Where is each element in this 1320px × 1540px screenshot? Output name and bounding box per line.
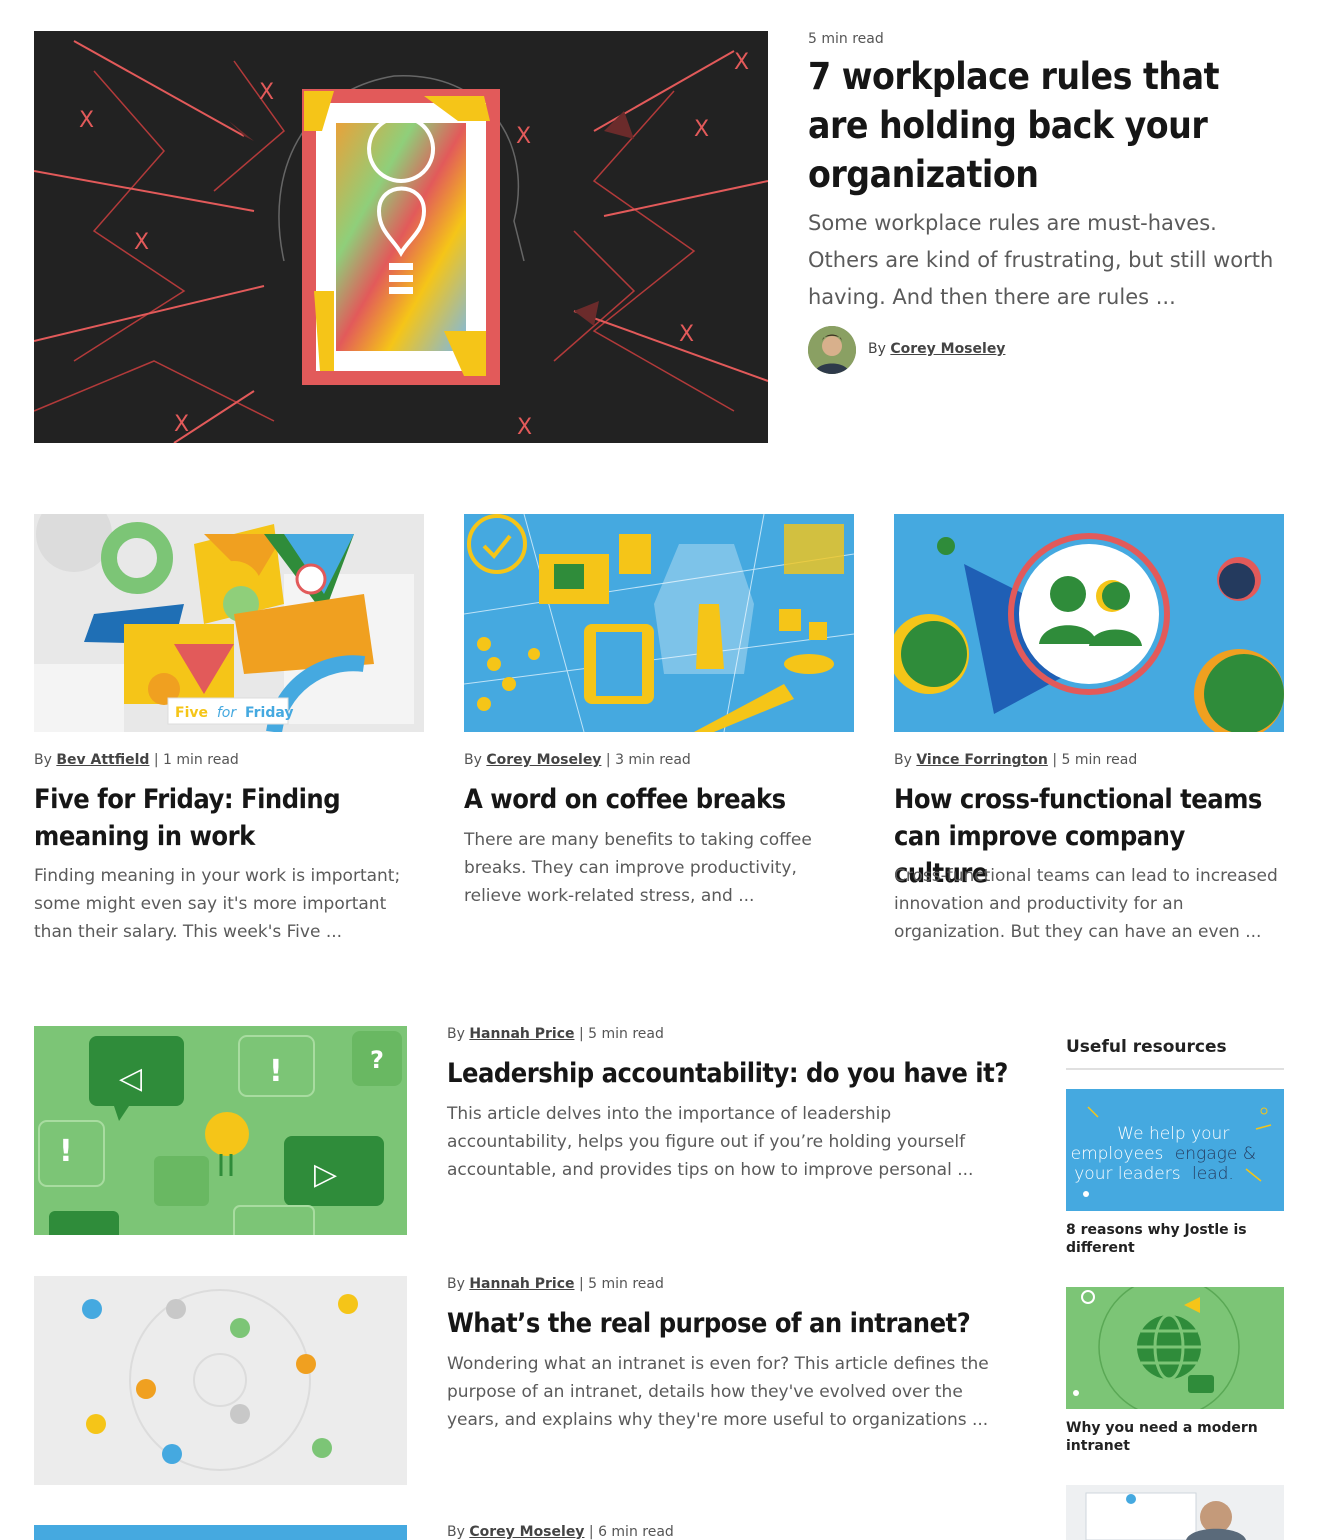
meta-separator: |: [588, 1524, 599, 1540]
svg-text:X: X: [134, 230, 149, 255]
resource-image[interactable]: [1066, 1485, 1284, 1540]
svg-text:X: X: [516, 124, 531, 149]
svg-text:X: X: [174, 412, 189, 437]
byline-by: By: [447, 1524, 465, 1540]
image-text-five: Five: [175, 705, 208, 721]
article-title[interactable]: A word on coffee breaks: [464, 781, 854, 818]
image-text-for: for: [217, 705, 237, 721]
resource-image-line3b: lead.: [1192, 1164, 1234, 1184]
article-title[interactable]: What’s the real purpose of an intranet?: [447, 1305, 1027, 1342]
author-link[interactable]: Corey Moseley: [486, 752, 601, 768]
svg-text:X: X: [679, 322, 694, 347]
read-time: 6 min read: [598, 1524, 674, 1540]
featured-byline: By Corey Moseley: [868, 341, 1005, 357]
sidebar-divider: [1066, 1068, 1284, 1070]
article-title[interactable]: Five for Friday: Finding meaning in work: [34, 781, 424, 855]
read-time: 3 min read: [615, 752, 691, 768]
svg-text:◁: ◁: [119, 1061, 142, 1096]
resource-image-line1: We help your: [1117, 1124, 1229, 1144]
resource-image-intranet[interactable]: [1066, 1287, 1284, 1409]
image-text-friday: Friday: [245, 705, 294, 721]
article-meta: By Corey Moseley | 3 min read: [464, 752, 691, 768]
meta-separator: |: [578, 1276, 589, 1292]
resource-link[interactable]: Why you need a modern intranet: [1066, 1419, 1266, 1455]
author-link[interactable]: Hannah Price: [469, 1276, 574, 1292]
svg-text:X: X: [79, 108, 94, 133]
read-time: 5 min read: [588, 1276, 664, 1292]
article-image-five-for-friday[interactable]: Five for Friday: [34, 514, 424, 732]
read-time: 5 min read: [588, 1026, 664, 1042]
read-time: 5 min read: [1061, 752, 1138, 768]
meta-separator: |: [605, 752, 616, 768]
article-excerpt: Cross-functional teams can lead to incre…: [894, 866, 1278, 942]
article-image-coffee-breaks[interactable]: [464, 514, 854, 732]
byline-by: By: [34, 752, 52, 768]
meta-separator: |: [153, 752, 164, 768]
article-image-intranet[interactable]: [34, 1276, 407, 1485]
author-link[interactable]: Corey Moseley: [890, 341, 1005, 357]
svg-text:!: !: [59, 1134, 73, 1169]
article-image[interactable]: [34, 1525, 407, 1540]
article-excerpt: Finding meaning in your work is importan…: [34, 866, 401, 942]
featured-read-time: 5 min read: [808, 31, 884, 47]
resource-link[interactable]: 8 reasons why Jostle is different: [1066, 1221, 1266, 1257]
article-excerpt: There are many benefits to taking coffee…: [464, 830, 812, 906]
byline-by: By: [447, 1026, 465, 1042]
featured-image[interactable]: X X X X X X X X X: [34, 31, 768, 443]
author-avatar[interactable]: [808, 326, 856, 374]
resource-image-line3a: your leaders: [1074, 1164, 1180, 1184]
featured-title[interactable]: 7 workplace rules that are holding back …: [808, 52, 1278, 199]
svg-text:X: X: [517, 415, 532, 440]
article-meta: By Hannah Price | 5 min read: [447, 1276, 664, 1292]
svg-text:X: X: [734, 50, 749, 75]
article-title[interactable]: Leadership accountability: do you have i…: [447, 1055, 1027, 1092]
article-excerpt: Wondering what an intranet is even for? …: [447, 1354, 989, 1430]
featured-excerpt: Some workplace rules are must-haves. Oth…: [808, 211, 1274, 309]
author-link[interactable]: Hannah Price: [469, 1026, 574, 1042]
svg-text:X: X: [694, 117, 709, 142]
article-image-cross-functional[interactable]: [894, 514, 1284, 732]
resource-image-jostle[interactable]: We help your employees engage & your lea…: [1066, 1089, 1284, 1211]
byline-by: By: [868, 341, 886, 357]
svg-text:Five for Friday: Five for Friday: [175, 705, 294, 721]
author-link[interactable]: Bev Attfield: [56, 752, 149, 768]
byline-by: By: [894, 752, 912, 768]
author-link[interactable]: Corey Moseley: [469, 1524, 584, 1540]
article-meta: By Bev Attfield | 1 min read: [34, 752, 239, 768]
sidebar-heading: Useful resources: [1066, 1037, 1227, 1057]
byline-by: By: [447, 1276, 465, 1292]
svg-text:X: X: [259, 80, 274, 105]
article-meta: By Corey Moseley | 6 min read: [447, 1524, 674, 1540]
svg-text:!: !: [269, 1054, 283, 1089]
meta-separator: |: [578, 1026, 589, 1042]
article-excerpt: This article delves into the importance …: [447, 1104, 974, 1180]
article-meta: By Hannah Price | 5 min read: [447, 1026, 664, 1042]
resource-image-line2a: employees: [1071, 1144, 1164, 1164]
article-meta: By Vince Forrington | 5 min read: [894, 752, 1137, 768]
author-link[interactable]: Vince Forrington: [916, 752, 1048, 768]
read-time: 1 min read: [163, 752, 239, 768]
svg-text:▷: ▷: [314, 1157, 337, 1192]
resource-image-line2b: engage &: [1175, 1144, 1256, 1164]
article-image-leadership[interactable]: ◁ ! ? ! ▷: [34, 1026, 407, 1235]
svg-text:?: ?: [370, 1046, 384, 1074]
byline-by: By: [464, 752, 482, 768]
